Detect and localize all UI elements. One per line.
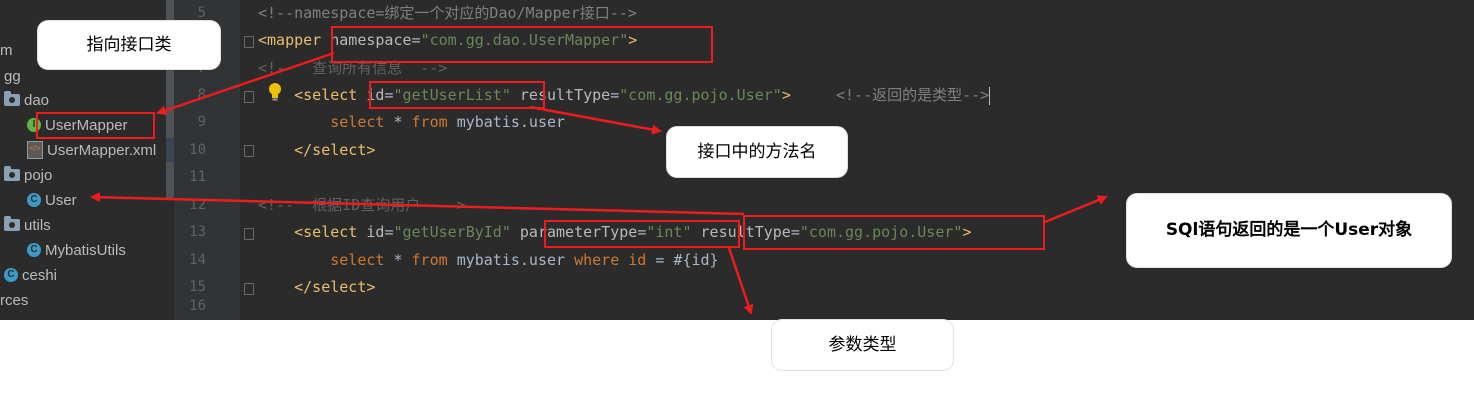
tree-item-label: ceshi <box>22 267 58 284</box>
class-icon: C <box>27 243 41 258</box>
text-caret <box>989 86 991 105</box>
sql-keyword: select <box>330 251 385 269</box>
equals-sign: = <box>610 86 620 104</box>
select-tag-open: <select <box>294 223 358 241</box>
highlight-parameter-type <box>544 220 740 248</box>
line-number: 11 <box>189 169 206 185</box>
tree-scrollbar-thumb[interactable] <box>166 138 174 162</box>
callout-text: SQl语句返回的是一个User对象 <box>1165 220 1413 240</box>
tree-item-label: MybatisUtils <box>45 242 126 259</box>
tree-item-label: UserMapper.xml <box>47 142 157 159</box>
result-type-value: "com.gg.pojo.User" <box>619 86 782 104</box>
code-line-8: <select id="getUserList" resultType="com… <box>258 82 991 109</box>
callout-text: 参数类型 <box>828 335 897 355</box>
code-line-5: <!--namespace=绑定一个对应的Dao/Mapper接口--> <box>258 0 637 27</box>
mapper-tag-open: <mapper <box>258 31 322 49</box>
fold-marker[interactable] <box>244 36 254 48</box>
line-number: 12 <box>189 197 206 213</box>
highlight-method-id <box>369 81 545 109</box>
code-line-10: </select> <box>258 137 375 164</box>
line-number: 8 <box>197 87 206 103</box>
tree-item-usermapper-xml[interactable]: </> UserMapper.xml <box>27 140 156 162</box>
tree-item-label: pojo <box>24 167 53 184</box>
sql-star: * <box>393 113 403 131</box>
code-line-12: <!-- 根据ID查询用户 --> <box>258 192 465 219</box>
line-number: 13 <box>189 224 206 240</box>
tree-bottom-dark <box>0 320 240 412</box>
folder-icon <box>4 216 20 232</box>
tree-item-label: dao <box>24 92 50 109</box>
highlight-namespace <box>331 26 713 63</box>
sql-table: mybatis.user <box>456 113 566 131</box>
class-icon: C <box>27 193 41 208</box>
tree-item-label: gg <box>4 68 21 85</box>
folder-icon <box>4 91 20 107</box>
line-number: 15 <box>189 279 206 295</box>
tree-item-resources[interactable]: rces <box>0 290 28 312</box>
tree-item-package-gg[interactable]: gg <box>4 66 21 88</box>
id-value: "getUserById" <box>393 223 511 241</box>
line-number: 9 <box>197 114 206 130</box>
xml-comment: <!-- 根据ID查询用户 --> <box>258 196 466 214</box>
line-number: 16 <box>189 298 206 314</box>
callout-text: 接口中的方法名 <box>697 142 817 162</box>
xml-comment: <!--namespace=绑定一个对应的Dao/Mapper接口--> <box>258 4 637 22</box>
line-number: 10 <box>189 142 206 158</box>
fold-marker[interactable] <box>244 283 254 295</box>
tree-item-module-root[interactable]: m <box>0 40 13 62</box>
code-line-15: </select> <box>258 274 375 301</box>
tree-item-mybatisutils[interactable]: C MybatisUtils <box>27 240 126 262</box>
code-line-14: select * from mybatis.user where id = #{… <box>258 247 719 274</box>
tag-close: > <box>781 86 791 104</box>
highlight-usermapper-tree <box>36 112 155 139</box>
class-icon: C <box>4 268 18 283</box>
tree-item-label: utils <box>24 217 51 234</box>
xml-file-icon: </> <box>27 141 43 160</box>
highlight-result-type <box>743 215 1045 250</box>
fold-marker[interactable] <box>244 91 254 103</box>
sql-keyword: where <box>574 251 620 269</box>
sql-param: #{id} <box>673 251 719 269</box>
tree-item-folder-pojo[interactable]: pojo <box>4 165 52 187</box>
sql-table: mybatis.user <box>456 251 566 269</box>
tree-item-user[interactable]: C User <box>27 190 77 212</box>
sql-star: * <box>393 251 403 269</box>
tree-item-label: User <box>45 192 77 209</box>
select-tag-close: </select> <box>294 278 376 296</box>
sql-keyword: select <box>330 113 385 131</box>
id-attr: id <box>366 223 385 241</box>
line-number: 14 <box>189 252 206 268</box>
callout-result-type: SQl语句返回的是一个User对象 <box>1127 194 1451 267</box>
fold-marker[interactable] <box>244 145 254 157</box>
tree-item-label: rces <box>0 292 29 309</box>
callout-parameter-type: 参数类型 <box>772 320 953 370</box>
code-line-9: select * from mybatis.user <box>258 109 565 136</box>
select-tag-close: </select> <box>294 141 376 159</box>
equals-sign: = <box>655 251 665 269</box>
folder-icon <box>4 166 20 182</box>
callout-text: 指向接口类 <box>86 35 172 55</box>
fold-marker[interactable] <box>244 228 254 240</box>
tree-item-label: m <box>0 42 13 59</box>
select-tag-open: <select <box>294 86 358 104</box>
sql-keyword: from <box>411 251 448 269</box>
tree-item-ceshi[interactable]: Cceshi <box>4 265 57 287</box>
callout-method-name: 接口中的方法名 <box>667 127 847 177</box>
sql-column: id <box>628 251 647 269</box>
tree-item-folder-utils[interactable]: utils <box>4 215 51 237</box>
xml-comment: <!--返回的是类型--> <box>836 86 990 104</box>
callout-interface: 指向接口类 <box>38 21 220 69</box>
tree-item-folder-dao[interactable]: dao <box>4 90 49 112</box>
sql-keyword: from <box>411 113 448 131</box>
